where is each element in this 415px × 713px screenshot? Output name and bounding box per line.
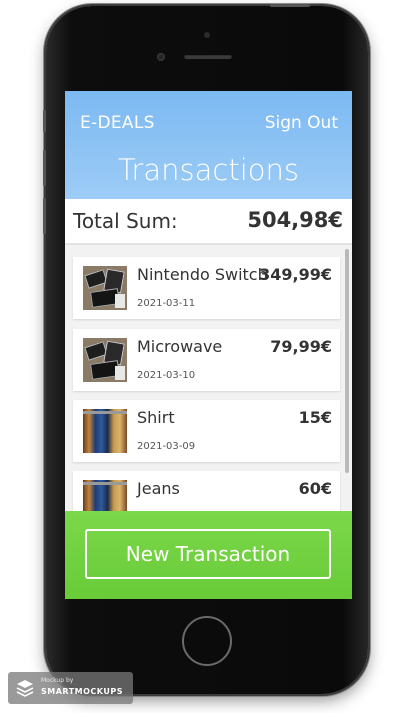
transaction-price: 15€ <box>298 408 332 427</box>
transaction-list: Nintendo Switch 349,99€ 2021-03-11 Micro… <box>65 247 352 511</box>
proximity-sensor <box>157 53 165 61</box>
new-transaction-button[interactable]: New Transaction <box>85 529 331 579</box>
transaction-price: 349,99€ <box>259 265 332 284</box>
transaction-name: Shirt <box>137 408 175 427</box>
transaction-name: Microwave <box>137 337 223 356</box>
watermark-badge: Mockup by SMARTMOCKUPS <box>8 672 133 704</box>
total-sum-value: 504,98€ <box>247 208 343 232</box>
clothes-rack-image <box>83 409 127 453</box>
sign-out-link[interactable]: Sign Out <box>265 113 338 133</box>
home-button[interactable] <box>182 616 232 666</box>
front-camera <box>204 32 210 38</box>
transaction-price: 60€ <box>298 479 332 498</box>
phone-mute-switch <box>43 110 46 132</box>
transaction-name: Nintendo Switch <box>137 265 268 284</box>
layers-icon <box>16 680 34 697</box>
transaction-item[interactable]: Jeans 60€ <box>73 471 340 511</box>
list-scrollbar[interactable] <box>345 249 349 473</box>
transaction-item[interactable]: Nintendo Switch 349,99€ 2021-03-11 <box>73 257 340 319</box>
brand-logo-text: E-DEALS <box>80 113 155 133</box>
total-sum-label: Total Sum: <box>73 209 178 233</box>
app-header: E-DEALS Sign Out Transactions <box>65 91 352 199</box>
earpiece-speaker <box>184 54 232 59</box>
tech-gadgets-image <box>83 266 127 310</box>
page-title: Transactions <box>117 153 299 187</box>
transaction-date: 2021-03-09 <box>137 441 196 452</box>
phone-volume-up <box>43 150 46 186</box>
watermark-brand-text: SMARTMOCKUPS <box>41 687 123 696</box>
transaction-price: 79,99€ <box>270 337 332 356</box>
app-screen: E-DEALS Sign Out Transactions Total Sum:… <box>65 91 352 599</box>
watermark-small-text: Mockup by <box>41 677 74 684</box>
transaction-date: 2021-03-10 <box>137 370 196 381</box>
phone-power-button <box>270 4 310 7</box>
transaction-item[interactable]: Shirt 15€ 2021-03-09 <box>73 400 340 462</box>
transaction-name: Jeans <box>137 479 180 498</box>
transaction-date: 2021-03-11 <box>137 298 196 309</box>
phone-volume-down <box>43 198 46 234</box>
total-sum-bar: Total Sum: 504,98€ <box>65 199 352 245</box>
transaction-item[interactable]: Microwave 79,99€ 2021-03-10 <box>73 329 340 391</box>
footer-bar: New Transaction <box>65 511 352 599</box>
clothes-rack-image <box>83 480 127 511</box>
tech-gadgets-image <box>83 338 127 382</box>
